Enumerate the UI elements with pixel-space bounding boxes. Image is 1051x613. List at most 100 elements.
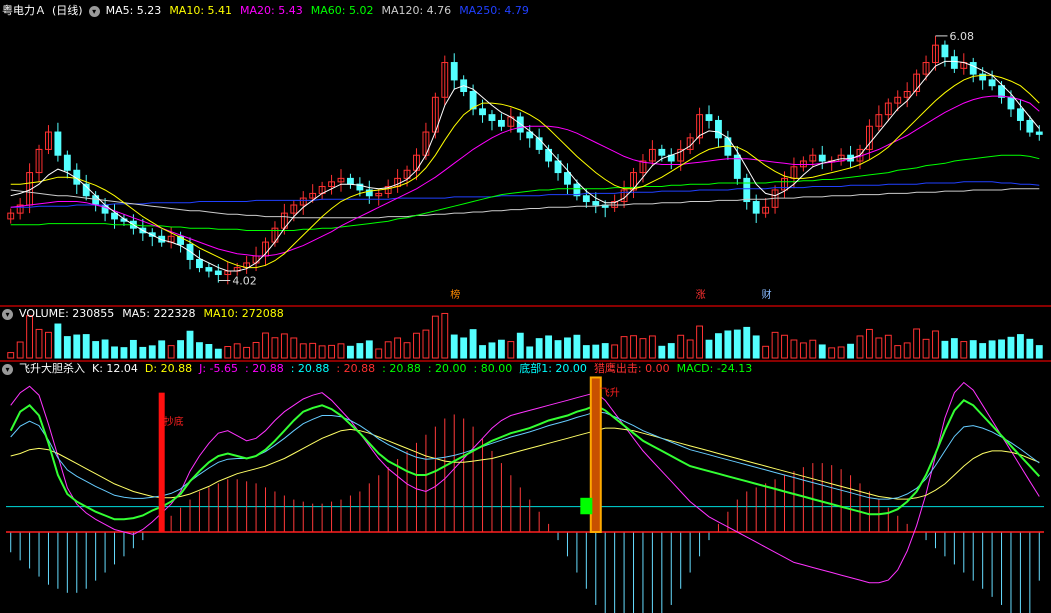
volume-bar [922,338,930,359]
volume-bar [998,339,1005,359]
indicator-label-8: : 20.00 [427,362,467,375]
volume-bar [648,335,656,359]
volume-bar [82,334,90,359]
green-signal-block [580,497,593,515]
candle-body [658,148,666,156]
candle-body [743,177,751,203]
indicator-label-1: K: 12.04 [92,362,138,375]
volume-bar [497,339,505,359]
volume-bar [233,343,241,359]
volume-bar [45,331,52,359]
volume-bar [1016,334,1024,359]
volume-bar [101,339,109,359]
volume-bar [969,340,977,359]
chart-stage: 6.08 4.02 粤电力Ａ (日线) ▾ MA5: 5.23 MA10: 5.41… [0,0,1051,613]
volume-bar [158,340,166,359]
ma250-line [10,181,1040,208]
collapse-icon[interactable]: ▾ [88,5,100,17]
volume-bar [384,341,392,359]
volume-bar [988,340,996,359]
volume-bar [356,343,364,359]
volume-bar [582,345,590,359]
candle-body [497,119,505,127]
volume-bar [196,342,203,359]
volume-bar [1026,338,1034,359]
indicator-label-4: : 20.88 [245,362,284,375]
ma-label-3: MA60: 5.02 [310,4,374,17]
candle-body [592,201,600,206]
volume-bar [375,348,383,359]
volume-bar [545,335,553,359]
indicator-label-3: J: -5.65 [199,362,239,375]
volume-bar [243,346,251,359]
low-point-label: 4.02 [232,275,257,288]
volume-bar [252,341,260,359]
volume-bar [309,342,317,359]
volume-bar [507,341,515,359]
ma-label-0: MA5: 5.23 [105,4,162,17]
indicator-label-2: D: 20.88 [144,362,193,375]
volume-bar [658,345,666,359]
volume-bar [573,334,581,359]
candle-body [347,177,354,185]
ma-label-2: MA20: 5.43 [240,4,303,17]
collapse-icon[interactable]: ▾ [2,363,13,375]
candle-body [214,270,222,276]
volume-bar [347,345,354,359]
volume-bar [686,339,694,359]
collapse-icon[interactable]: ▾ [2,308,13,320]
indicator-label-6: : 20.88 [336,362,376,375]
volume-bar [875,337,883,359]
volume-bar [280,333,288,359]
volume-bar [828,347,836,359]
volume-bar [148,345,156,359]
candle-body [1016,108,1024,121]
volume-bar [601,343,609,359]
volume-bar [365,340,373,359]
volume-bar [441,312,449,359]
candle-body [1035,131,1043,135]
volume-bar [431,315,439,359]
volume-bar [450,334,458,359]
indicator-label-7: : 20.88 [382,362,421,375]
volume-bar [592,344,600,359]
stock-name: 粤电力Ａ [2,4,46,17]
volume-bar [932,330,939,359]
volume-bar [799,342,807,359]
candle-body [818,154,826,162]
volume-bar [781,334,788,359]
volume-bar [639,338,647,359]
indicator-header: ▾ 飞升大胆杀入 K: 12.04 D: 20.88 J: -5.65 : 20.88:… [2,361,756,377]
volume-bar [611,344,619,359]
volume-bar [941,340,949,359]
event-marker-2[interactable]: 财 [760,290,774,302]
volume-bar [111,346,118,359]
event-marker-1[interactable]: 涨 [694,290,708,302]
indicator-label-0: 飞升大胆杀入 [19,362,85,375]
indicator-label-12: MACD: -24.13 [676,362,753,375]
volume-bar [884,334,892,359]
signal-label-1: 飞升 [599,388,620,399]
candle-body [998,85,1005,98]
volume-bar [724,330,732,359]
candle-body [450,62,458,81]
volume-bar [705,339,713,359]
candle-body [516,116,524,133]
volume-bar [167,345,175,359]
indicator-label-9: : 80.00 [473,362,513,375]
volume-label-0: VOLUME: 230855 [19,307,115,320]
candle-body [715,119,722,139]
volume-bar [535,338,543,359]
candle-body [1026,119,1034,133]
candle-body [196,258,203,269]
volume-bar [979,343,987,359]
candle-body [941,44,949,58]
event-marker-0[interactable]: 榜 [448,290,462,302]
volume-bar [894,345,902,359]
volume-bar [564,337,571,359]
volume-bar [630,335,637,359]
volume-bar [54,323,62,359]
volume-bar [299,343,307,359]
volume-bar [214,348,222,359]
volume-bar [73,334,81,359]
